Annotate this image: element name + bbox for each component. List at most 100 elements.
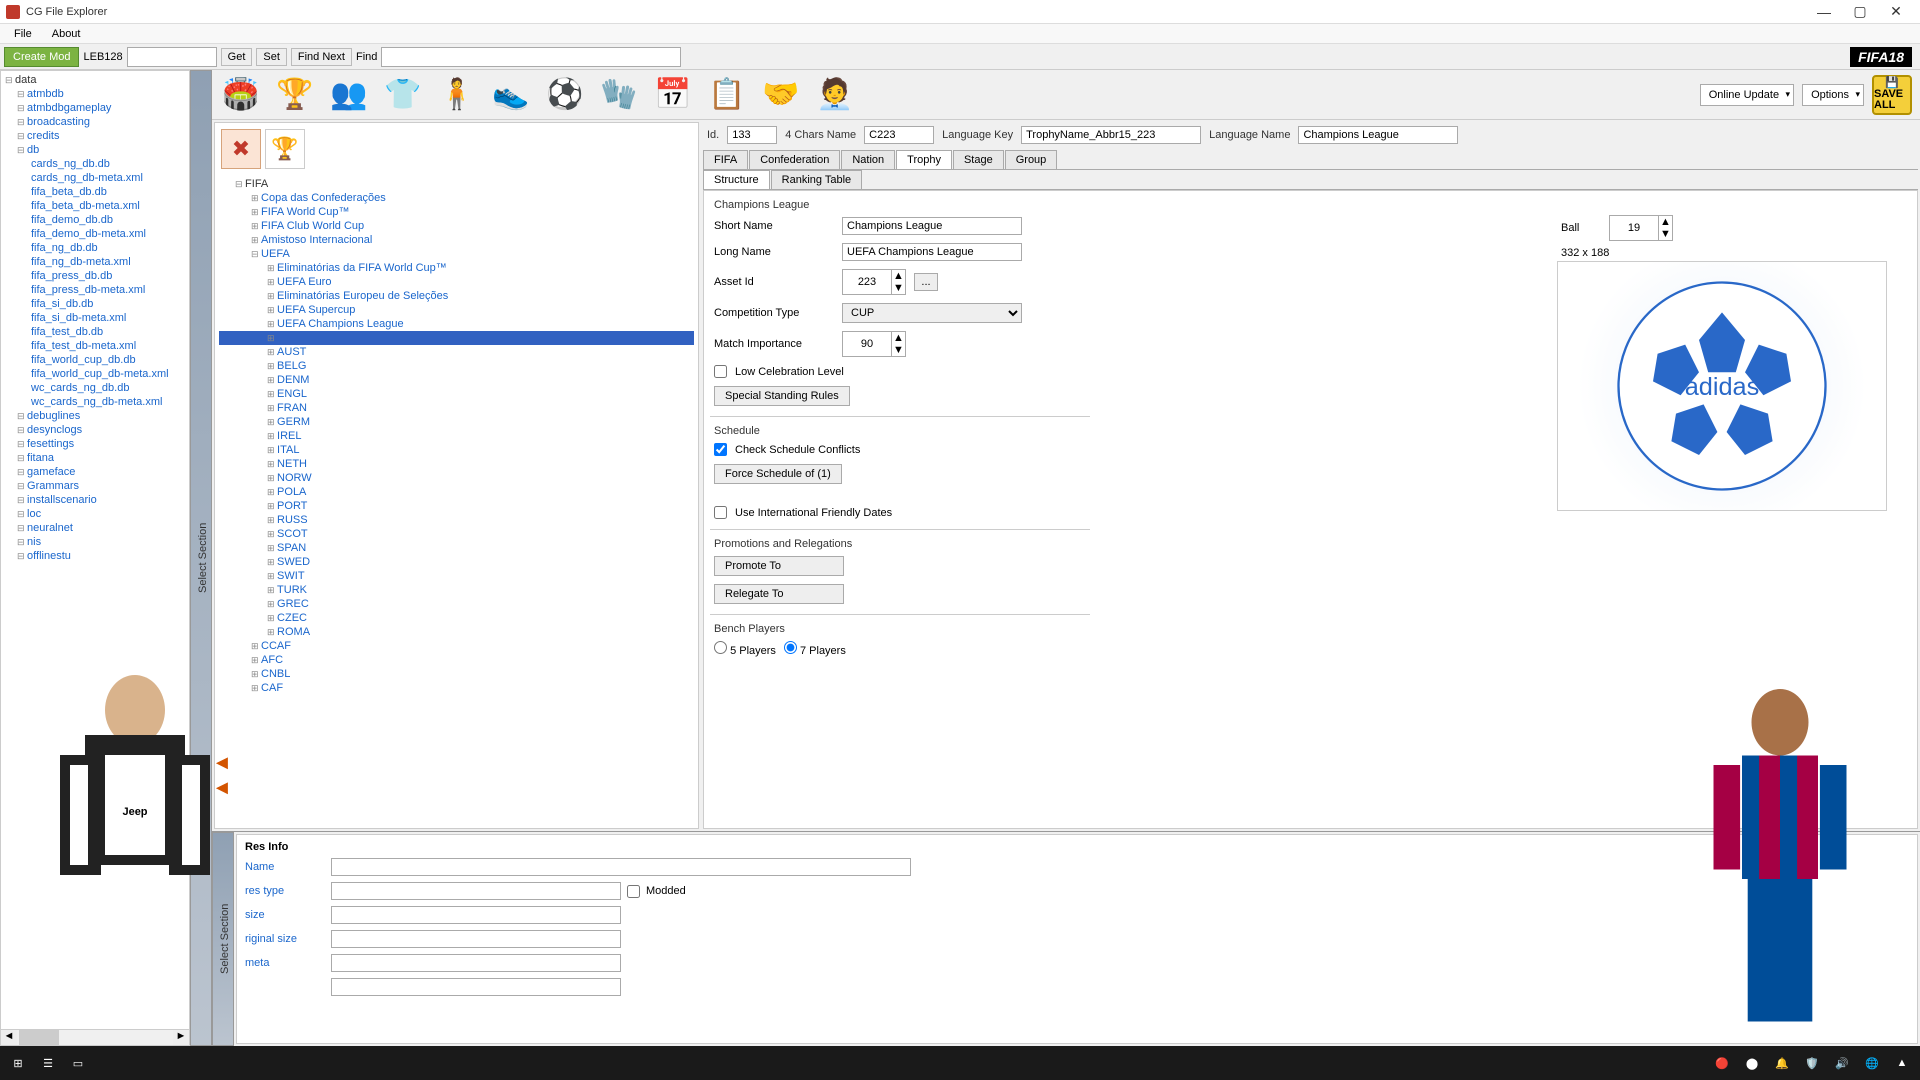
gloves-icon[interactable]: 🧤 (598, 74, 640, 116)
tree-node[interactable]: IREL (219, 429, 694, 443)
tray-icon[interactable]: 🛡️ (1800, 1051, 1824, 1075)
promote-button[interactable]: Promote To (714, 556, 844, 576)
tree-node[interactable]: POLA (219, 485, 694, 499)
options-dropdown[interactable]: Options (1802, 84, 1864, 106)
find-next-button[interactable]: Find Next (291, 48, 352, 66)
tree-node[interactable]: AFC (219, 653, 694, 667)
tree-node[interactable]: CZEC (219, 611, 694, 625)
tree-node[interactable]: Eliminatórias da FIFA World Cup™ (219, 261, 694, 275)
tree-node[interactable]: installscenario (3, 493, 187, 507)
ball-input[interactable] (1609, 215, 1659, 241)
handshake-icon[interactable]: 🤝 (760, 74, 802, 116)
left-arrow-icon-2[interactable]: ◄ (212, 777, 232, 800)
long-name-input[interactable] (842, 243, 1022, 261)
maximize-button[interactable]: ▢ (1842, 0, 1878, 24)
tree-node[interactable]: NETH (219, 457, 694, 471)
left-tree[interactable]: data atmbdbatmbdbgameplaybroadcastingcre… (1, 71, 189, 1029)
seven-players-radio[interactable] (784, 641, 797, 654)
select-section-label-bottom[interactable]: Select Section (212, 832, 234, 1046)
tree-node[interactable]: CNBL (219, 667, 694, 681)
tree-node[interactable]: fifa_si_db.db (3, 297, 187, 311)
tree-node[interactable]: desynclogs (3, 423, 187, 437)
five-players-radio[interactable] (714, 641, 727, 654)
tray-icon[interactable]: 🔴 (1710, 1051, 1734, 1075)
res-origsize-input[interactable] (331, 930, 621, 948)
res-size-input[interactable] (331, 906, 621, 924)
tree-node[interactable]: GREC (219, 597, 694, 611)
short-name-input[interactable] (842, 217, 1022, 235)
tree-node[interactable]: FRAN (219, 401, 694, 415)
tree-node[interactable]: fifa_demo_db.db (3, 213, 187, 227)
tree-node[interactable]: fitana (3, 451, 187, 465)
tree-node[interactable]: TURK (219, 583, 694, 597)
task-app[interactable]: ▭ (66, 1051, 90, 1075)
tree-node[interactable]: Eliminatórias Europeu de Seleções (219, 289, 694, 303)
id-input[interactable] (727, 126, 777, 144)
tab-fifa[interactable]: FIFA (703, 150, 748, 169)
tree-node[interactable]: wc_cards_ng_db-meta.xml (3, 395, 187, 409)
board-icon[interactable]: 📋 (706, 74, 748, 116)
tree-node[interactable]: fifa_beta_db.db (3, 185, 187, 199)
tab-trophy[interactable]: Trophy (896, 150, 952, 169)
tree-node[interactable]: db (3, 143, 187, 157)
save-all-button[interactable]: 💾SAVE ALL (1872, 75, 1912, 115)
tree-node[interactable]: cards_ng_db.db (3, 157, 187, 171)
leb-input[interactable] (127, 47, 217, 67)
tree-node[interactable]: debuglines (3, 409, 187, 423)
tree-node[interactable]: SCOT (219, 527, 694, 541)
tree-node[interactable]: SWED (219, 555, 694, 569)
delete-icon[interactable]: ✖ (221, 129, 261, 169)
tray-icon[interactable]: 🔊 (1830, 1051, 1854, 1075)
tree-node[interactable]: fifa_beta_db-meta.xml (3, 199, 187, 213)
find-input[interactable] (381, 47, 681, 67)
tree-node[interactable]: data (3, 73, 187, 87)
tree-node[interactable]: FIFA World Cup™ (219, 205, 694, 219)
online-update-dropdown[interactable]: Online Update (1700, 84, 1794, 106)
tree-node[interactable]: cards_ng_db-meta.xml (3, 171, 187, 185)
res-meta-input[interactable] (331, 954, 621, 972)
tree-node[interactable]: gameface (3, 465, 187, 479)
tree-node[interactable]: nis (3, 535, 187, 549)
tree-node[interactable]: fifa_press_db-meta.xml (3, 283, 187, 297)
tree-node[interactable]: DENM (219, 373, 694, 387)
tree-node[interactable]: GERM (219, 415, 694, 429)
create-mod-button[interactable]: Create Mod (4, 47, 79, 67)
left-arrow-icon[interactable]: ◄ (212, 752, 232, 775)
res-type-input[interactable] (331, 882, 621, 900)
tree-node[interactable]: SWIT (219, 569, 694, 583)
tray-icon[interactable]: ⬤ (1740, 1051, 1764, 1075)
tree-node[interactable]: fifa_world_cup_db-meta.xml (3, 367, 187, 381)
tree-node[interactable]: fifa_si_db-meta.xml (3, 311, 187, 325)
tree-node[interactable]: FIFA (219, 177, 694, 191)
trophy-tree[interactable]: FIFA Copa das ConfederaçõesFIFA World Cu… (215, 175, 698, 828)
tree-node[interactable]: UEFA Euro (219, 275, 694, 289)
start-button[interactable]: ⊞ (6, 1051, 30, 1075)
minimize-button[interactable]: — (1806, 0, 1842, 24)
tree-node[interactable]: fesettings (3, 437, 187, 451)
subtab-structure[interactable]: Structure (703, 170, 770, 189)
taskview-button[interactable]: ☰ (36, 1051, 60, 1075)
select-section-label[interactable]: Select Section (190, 70, 212, 1046)
low-celebration-checkbox[interactable] (714, 365, 727, 378)
tree-node[interactable]: CAF (219, 681, 694, 695)
trophy-icon[interactable]: 🏆 (274, 74, 316, 116)
tab-stage[interactable]: Stage (953, 150, 1004, 169)
competition-type-select[interactable]: CUP (842, 303, 1022, 323)
tree-node[interactable]: fifa_ng_db.db (3, 241, 187, 255)
tab-nation[interactable]: Nation (841, 150, 895, 169)
res-name-input[interactable] (331, 858, 911, 876)
tree-node[interactable] (219, 331, 694, 345)
menu-file[interactable]: File (4, 26, 42, 42)
tree-node[interactable]: PORT (219, 499, 694, 513)
tree-node[interactable]: fifa_world_cup_db.db (3, 353, 187, 367)
tree-node[interactable]: FIFA Club World Cup (219, 219, 694, 233)
menu-about[interactable]: About (42, 26, 91, 42)
tree-node[interactable]: NORW (219, 471, 694, 485)
calendar-icon[interactable]: 📅 (652, 74, 694, 116)
tray-icon[interactable]: ▲ (1890, 1051, 1914, 1075)
tree-node[interactable]: UEFA Champions League (219, 317, 694, 331)
get-button[interactable]: Get (221, 48, 253, 66)
tab-confederation[interactable]: Confederation (749, 150, 840, 169)
trophy-icon-small[interactable]: 🏆 (265, 129, 305, 169)
tray-icon[interactable]: 🌐 (1860, 1051, 1884, 1075)
